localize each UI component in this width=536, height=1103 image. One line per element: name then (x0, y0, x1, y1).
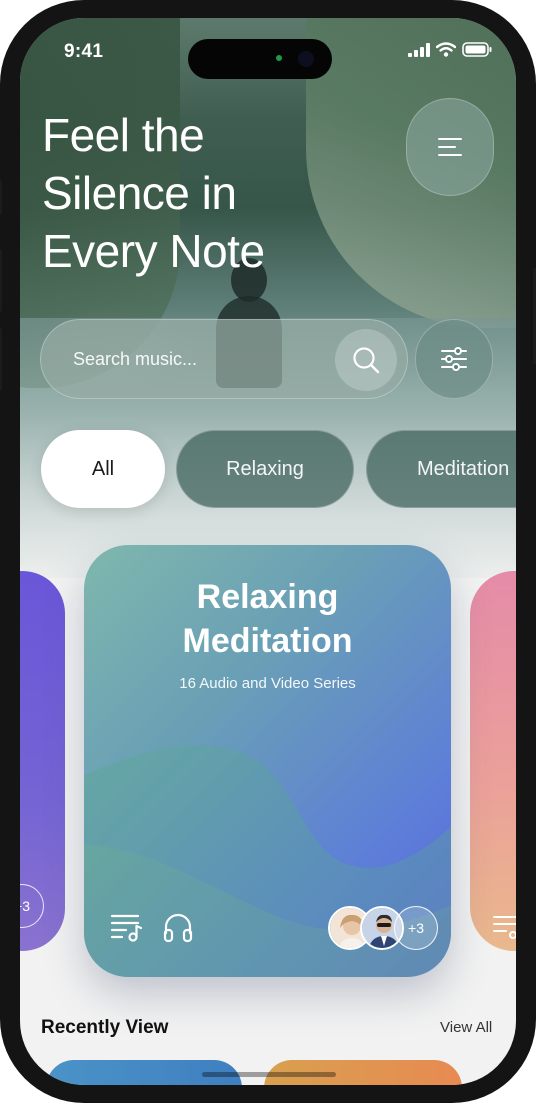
recently-view-title: Recently View (41, 1017, 169, 1038)
home-indicator[interactable] (202, 1072, 336, 1077)
hero-title-line: Silence in (42, 167, 237, 219)
signal-icon (408, 42, 430, 57)
app-screen: 9:41 Feel the Silence in Every Note Sear… (20, 18, 516, 1085)
action-button (0, 180, 2, 214)
side-card-right[interactable] (470, 571, 516, 951)
playlist-icon[interactable] (110, 911, 144, 943)
playlist-icon (493, 916, 516, 939)
featured-card[interactable]: Relaxing Meditation 16 Audio and Video S… (84, 545, 451, 977)
search-bar[interactable]: Search music... (40, 319, 408, 399)
card-subtitle: 16 Audio and Video Series (179, 675, 356, 692)
extra-listeners-badge: +3 (394, 906, 438, 950)
search-icon (353, 347, 380, 374)
menu-button[interactable] (406, 98, 494, 196)
hero-title-line: Every Note (42, 225, 265, 277)
hero-title: Feel the Silence in Every Note (42, 106, 342, 280)
volume-up-button (0, 250, 2, 312)
status-time: 9:41 (64, 41, 104, 62)
side-card-left[interactable]: +3 (20, 571, 65, 951)
camera-indicator (276, 55, 282, 61)
listener-avatars: +3 (328, 906, 438, 952)
sliders-icon (441, 347, 467, 371)
category-chip-relaxing[interactable]: Relaxing (176, 430, 354, 508)
headphones-icon[interactable] (162, 911, 194, 943)
filter-button[interactable] (415, 319, 493, 399)
volume-down-button (0, 328, 2, 390)
menu-icon (438, 138, 462, 156)
status-icons (408, 42, 492, 57)
battery-icon (462, 42, 492, 57)
card-title-line: Relaxing (196, 578, 339, 616)
phone-frame: 9:41 Feel the Silence in Every Note Sear… (0, 0, 536, 1103)
view-all-link[interactable]: View All (440, 1019, 492, 1036)
hero-title-line: Feel the (42, 109, 205, 161)
dynamic-island (188, 39, 332, 79)
card-title: Relaxing Meditation (84, 575, 451, 663)
search-input[interactable]: Search music... (73, 349, 197, 370)
card-title-line: Meditation (182, 622, 353, 660)
search-button[interactable] (335, 329, 397, 391)
extra-listeners-badge: +3 (20, 884, 44, 928)
category-chip-all[interactable]: All (41, 430, 165, 508)
category-chip-meditation[interactable]: Meditation (366, 430, 516, 508)
wifi-icon (436, 42, 456, 57)
front-camera (298, 51, 314, 67)
